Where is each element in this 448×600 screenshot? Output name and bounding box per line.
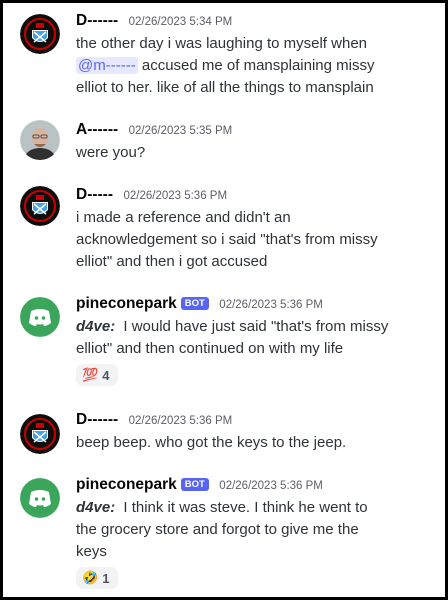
message-content: were you? [76, 142, 416, 164]
message-line: elliot" and then i got accused [76, 253, 268, 270]
timestamp: 02/26/2023 5:34 PM [128, 16, 233, 28]
message-text: accused me of mansplaining missy [137, 57, 375, 74]
chat-frame: D------ 02/26/2023 5:34 PM the other day… [0, 0, 448, 600]
username[interactable]: pineconepark [76, 295, 177, 312]
rofl-emoji-icon: 🤣 [82, 570, 99, 586]
avatar-crest-icon[interactable] [20, 414, 60, 454]
message-line: keys [76, 543, 107, 560]
message-content: d4ve: I think it was steve. I think he w… [76, 497, 416, 563]
message-line: elliot" and then continued on with my li… [76, 340, 344, 357]
username[interactable]: D------ [76, 12, 118, 29]
avatar-discord-icon[interactable] [20, 478, 60, 518]
message-line: elliot to her. like of all the things to… [76, 79, 374, 96]
timestamp: 02/26/2023 5:36 PM [128, 415, 233, 427]
avatar-photo-icon[interactable] [20, 120, 60, 160]
message-content: i made a reference and didn't an acknowl… [76, 207, 416, 273]
message-content: d4ve: I would have just said "that's fro… [76, 316, 416, 360]
reaction-count: 4 [102, 367, 110, 383]
message-line: the other day i was laughing to myself w… [76, 35, 367, 52]
author-prefix: d4ve: [76, 499, 116, 516]
message-line: i made a reference and didn't an [76, 209, 291, 226]
username[interactable]: D------ [76, 411, 118, 428]
reaction[interactable]: 🤣 1 [76, 567, 118, 589]
message-line: d4ve: I think it was steve. I think he w… [76, 497, 416, 519]
reaction[interactable]: 💯 4 [76, 364, 118, 386]
reaction-count: 1 [102, 570, 110, 586]
username[interactable]: A------ [76, 121, 118, 138]
avatar-discord-icon[interactable] [20, 297, 60, 337]
message-line: the grocery store and forgot to give me … [76, 521, 359, 538]
message-text: I think it was steve. I think he went to [123, 499, 368, 516]
message-line: were you? [76, 144, 146, 161]
timestamp: 02/26/2023 5:36 PM [219, 299, 323, 311]
message-content: beep beep. who got the keys to the jeep. [76, 432, 416, 454]
timestamp: 02/26/2023 5:36 PM [219, 480, 323, 492]
avatar-crest-icon[interactable] [20, 186, 60, 226]
message-line: d4ve: I would have just said "that's fro… [76, 316, 416, 338]
username[interactable]: pineconepark [76, 476, 177, 493]
timestamp: 02/26/2023 5:35 PM [128, 125, 233, 137]
avatar-crest-icon[interactable] [20, 14, 60, 54]
message-line: acknowledgement so i said "that's from m… [76, 231, 378, 248]
message-text: I would have just said "that's from miss… [123, 318, 389, 335]
bot-tag: BOT [180, 297, 209, 310]
user-mention[interactable]: @m------ [76, 57, 138, 74]
message-content: the other day i was laughing to myself w… [76, 33, 416, 99]
username[interactable]: D----- [76, 186, 113, 203]
hundred-points-emoji-icon: 💯 [82, 367, 99, 383]
message-line: beep beep. who got the keys to the jeep. [76, 434, 347, 451]
bot-tag: BOT [180, 478, 209, 491]
author-prefix: d4ve: [76, 318, 116, 335]
timestamp: 02/26/2023 5:36 PM [123, 190, 228, 202]
message-line: @m------ accused me of mansplaining miss… [76, 55, 416, 77]
